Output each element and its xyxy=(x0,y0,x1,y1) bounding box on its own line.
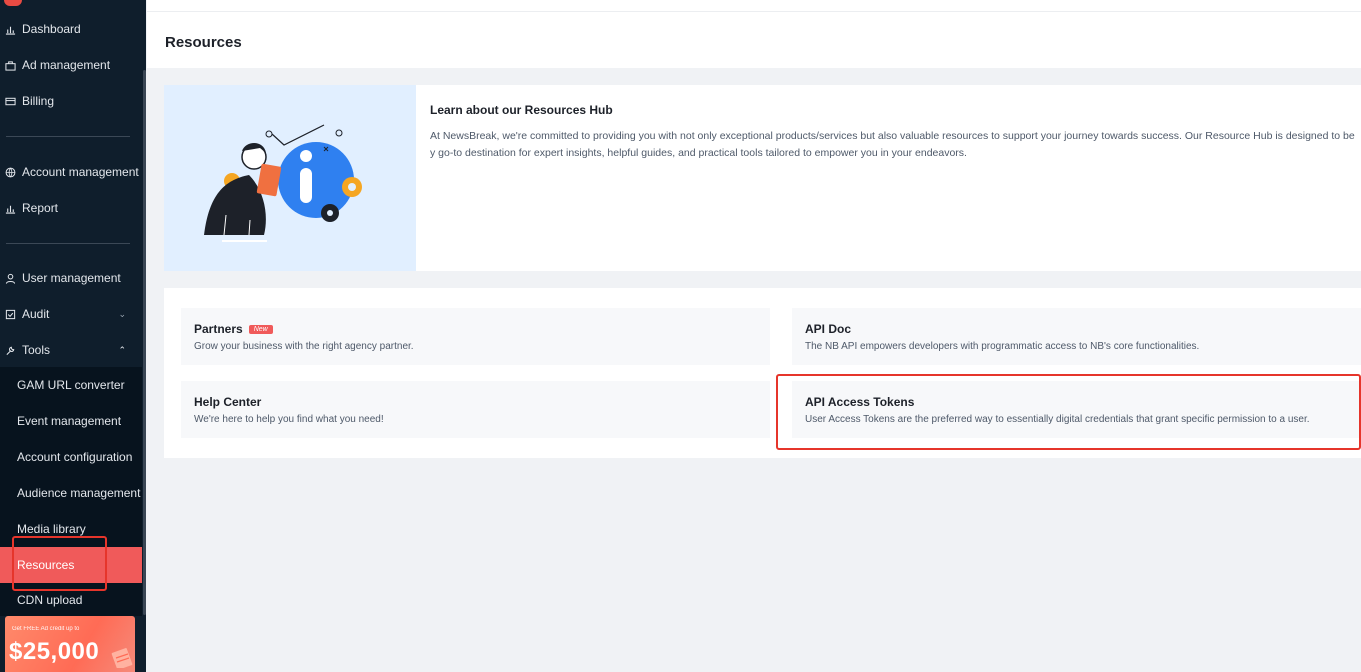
resource-description: We're here to help you find what you nee… xyxy=(194,414,384,425)
sidebar-divider xyxy=(6,243,130,244)
sidebar-subitem-audience-management[interactable]: Audience management xyxy=(0,475,142,511)
chevron-down-icon: ⌄ xyxy=(118,308,126,319)
wrench-icon xyxy=(4,344,16,356)
brand-logo[interactable] xyxy=(4,0,22,6)
user-icon xyxy=(4,272,16,284)
resource-card-api-access-tokens[interactable]: API Access Tokens User Access Tokens are… xyxy=(792,381,1361,438)
page-header: Resources xyxy=(147,12,1361,68)
audit-icon xyxy=(4,308,16,320)
card-icon xyxy=(4,95,16,107)
sidebar-subitem-account-configuration[interactable]: Account configuration xyxy=(0,439,142,475)
sidebar-item-ad-management[interactable]: Ad management xyxy=(0,47,142,83)
sidebar-item-label: Dashboard xyxy=(22,22,81,36)
resource-description: User Access Tokens are the preferred way… xyxy=(805,414,1310,425)
sidebar-subitem-media-library[interactable]: Media library xyxy=(0,511,142,547)
promo-banner[interactable]: Get FREE Ad credit up to $25,000 xyxy=(5,616,135,672)
sidebar-subitem-cdn-upload[interactable]: CDN upload xyxy=(0,583,142,616)
promo-subtitle: Get FREE Ad credit up to xyxy=(12,626,80,632)
sidebar-item-label: Tools xyxy=(22,343,51,357)
sidebar-item-label: Billing xyxy=(22,94,55,108)
sidebar-subitem-event-management[interactable]: Event management xyxy=(0,403,142,439)
sidebar-item-label: Audit xyxy=(22,307,50,321)
globe-icon xyxy=(4,166,16,178)
coupon-icon xyxy=(111,648,133,668)
sidebar-item-billing[interactable]: Billing xyxy=(0,83,142,119)
sidebar-divider xyxy=(6,136,130,137)
bar-chart-icon xyxy=(4,202,16,214)
sidebar-subitem-gam-url-converter[interactable]: GAM URL converter xyxy=(0,367,142,403)
resource-title: Help Center xyxy=(194,395,262,409)
hub-title: Learn about our Resources Hub xyxy=(430,103,613,117)
resources-hub-card: Learn about our Resources Hub At NewsBre… xyxy=(164,85,1361,271)
hub-description: At NewsBreak, we're committed to providi… xyxy=(430,130,1355,159)
sidebar-scrollbar[interactable] xyxy=(143,70,146,615)
resource-description: The NB API empowers developers with prog… xyxy=(805,341,1200,352)
resource-title: API Doc xyxy=(805,322,852,336)
new-badge: New xyxy=(248,324,273,334)
resource-title: API Access Tokens xyxy=(805,395,915,409)
sidebar-item-dashboard[interactable]: Dashboard xyxy=(0,11,142,47)
briefcase-icon xyxy=(4,59,16,71)
sidebar-item-user-management[interactable]: User management xyxy=(0,260,142,296)
bar-chart-icon xyxy=(4,23,16,35)
resource-card-partners[interactable]: Partners New Grow your business with the… xyxy=(181,308,770,365)
page-title: Resources xyxy=(165,34,242,51)
sidebar-item-label: User management xyxy=(22,271,121,285)
sidebar-item-label: Ad management xyxy=(22,58,111,72)
sidebar-item-report[interactable]: Report xyxy=(0,190,142,226)
resources-grid: Partners New Grow your business with the… xyxy=(164,288,1361,458)
resource-card-api-doc[interactable]: API Doc The NB API empowers developers w… xyxy=(792,308,1361,365)
resource-card-help-center[interactable]: Help Center We're here to help you find … xyxy=(181,381,770,438)
chevron-up-icon: ⌃ xyxy=(118,344,126,355)
sidebar-subitem-resources[interactable]: Resources xyxy=(0,547,142,583)
promo-amount: $25,000 xyxy=(9,638,100,665)
sidebar-item-label: Account management xyxy=(22,165,139,179)
resource-description: Grow your business with the right agency… xyxy=(194,341,414,352)
resource-title: Partners xyxy=(194,322,243,336)
resource-title-row: Partners New xyxy=(194,322,273,336)
sidebar: Dashboard Ad management Billing Account … xyxy=(0,0,146,672)
sidebar-item-audit[interactable]: Audit ⌄ xyxy=(0,296,142,332)
sidebar-item-tools[interactable]: Tools ⌃ xyxy=(0,332,142,368)
sidebar-item-label: Report xyxy=(22,201,59,215)
sidebar-item-account-management[interactable]: Account management xyxy=(0,154,142,190)
top-bar xyxy=(147,0,1361,12)
hub-illustration xyxy=(164,85,416,271)
